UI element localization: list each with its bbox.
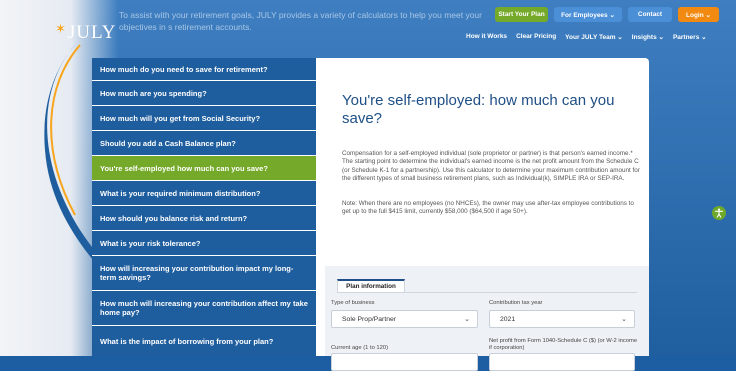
net-profit-label: Net profit from Form 1040-Schedule C ($)…	[489, 338, 638, 351]
business-type-label: Type of business	[331, 300, 375, 306]
page-title: You're self-employed: how much can you s…	[342, 92, 615, 127]
calculator-sidebar: How much do you need to save for retirem…	[92, 58, 316, 356]
sidebar-item-long-term-savings[interactable]: How will increasing your contribution im…	[92, 256, 316, 291]
form-tab-bar: Plan information	[337, 279, 637, 293]
sidebar-item-self-employed[interactable]: You're self-employed how much can you sa…	[92, 156, 316, 181]
sidebar-item-risk-tolerance[interactable]: What is your risk tolerance?	[92, 231, 316, 256]
note-paragraph: Note: When there are no employees (no NH…	[342, 200, 634, 216]
intro-text: To assist with your retirement goals, JU…	[119, 10, 482, 32]
sidebar-item-save-for-retirement[interactable]: How much do you need to save for retirem…	[92, 58, 316, 81]
calculator-content: You're self-employed: how much can you s…	[316, 58, 649, 371]
chevron-down-icon: ⌄	[464, 316, 470, 323]
business-type-select[interactable]: Sole Prop/Partner ⌄	[331, 310, 478, 328]
brand-logo[interactable]: ✶JULY	[55, 21, 117, 44]
accessibility-button[interactable]	[712, 206, 726, 220]
logo-text: JULY	[67, 22, 117, 43]
main-nav: How it Works Clear Pricing Your JULY Tea…	[466, 33, 707, 41]
nav-how-it-works[interactable]: How it Works	[466, 33, 507, 41]
description-paragraph: Compensation for a self-employed individ…	[342, 150, 640, 183]
tax-year-select[interactable]: 2021 ⌄	[489, 310, 635, 328]
sidebar-item-required-minimum-distribution[interactable]: What is your required minimum distributi…	[92, 181, 316, 206]
tab-plan-information[interactable]: Plan information	[337, 279, 405, 292]
contact-button[interactable]: Contact	[628, 7, 672, 22]
start-your-plan-button[interactable]: Start Your Plan	[495, 7, 548, 22]
accessibility-icon	[714, 208, 724, 218]
for-employees-button[interactable]: For Employees ⌄	[554, 7, 622, 22]
plan-information-panel: Plan information Type of business Sole P…	[325, 266, 649, 371]
age-label: Current age (1 to 120)	[331, 345, 389, 351]
sidebar-item-cash-balance[interactable]: Should you add a Cash Balance plan?	[92, 131, 316, 156]
nav-clear-pricing[interactable]: Clear Pricing	[516, 33, 556, 41]
nav-your-july-team[interactable]: Your JULY Team ⌄	[565, 33, 623, 41]
sidebar-item-borrowing[interactable]: What is the impact of borrowing from you…	[92, 326, 316, 356]
sidebar-item-risk-and-return[interactable]: How should you balance risk and return?	[92, 206, 316, 231]
login-button[interactable]: Login ⌄	[678, 7, 719, 22]
sidebar-item-social-security[interactable]: How much will you get from Social Securi…	[92, 106, 316, 131]
business-type-value: Sole Prop/Partner	[342, 315, 397, 323]
nav-insights[interactable]: Insights ⌄	[632, 33, 664, 41]
tax-year-label: Contribution tax year	[489, 300, 543, 306]
top-action-buttons: Start Your Plan For Employees ⌄ Contact …	[495, 7, 719, 22]
logo-star-icon: ✶	[55, 21, 67, 36]
tax-year-value: 2021	[500, 315, 516, 323]
sidebar-item-take-home-pay[interactable]: How much will increasing your contributi…	[92, 291, 316, 326]
chevron-down-icon: ⌄	[621, 316, 627, 323]
nav-partners[interactable]: Partners ⌄	[673, 33, 707, 41]
sidebar-item-spending[interactable]: How much are you spending?	[92, 81, 316, 106]
